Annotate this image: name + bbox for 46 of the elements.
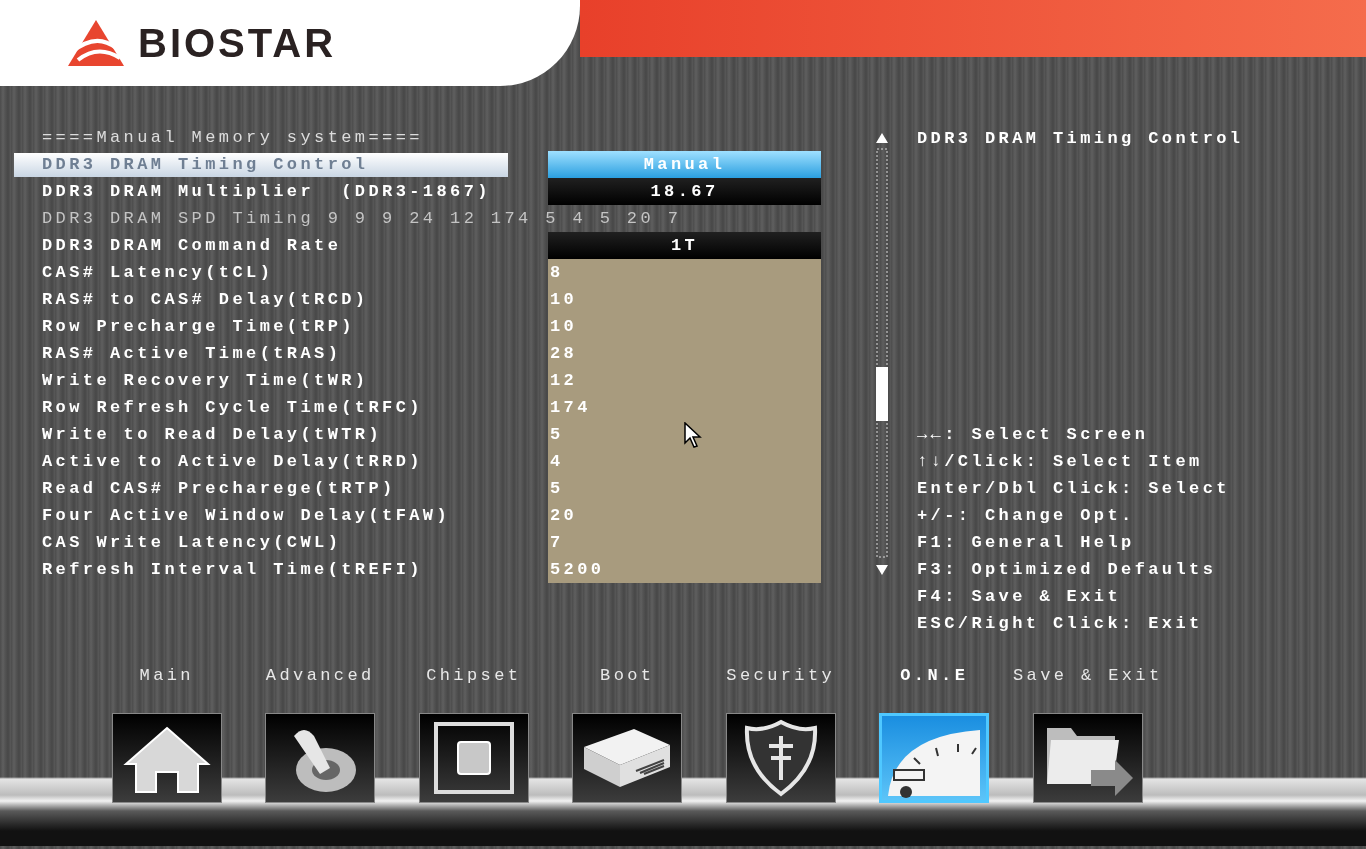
tab-icon-tile[interactable]	[725, 713, 836, 803]
setting-label[interactable]: CAS# Latency(tCL)	[14, 260, 508, 285]
menu-tab[interactable]: Boot	[550, 661, 704, 803]
setting-label[interactable]: Four Active Window Delay(tFAW)	[14, 503, 508, 528]
menu-tab[interactable]: Chipset	[397, 661, 551, 803]
key-hint: ↑↓/Click: Select Item	[917, 450, 1204, 473]
tab-icon-tile[interactable]	[111, 713, 222, 803]
tab-icon-tile[interactable]	[418, 713, 529, 803]
menu-tab[interactable]: Security	[704, 661, 858, 803]
setting-label[interactable]: Write Recovery Time(tWR)	[14, 368, 508, 393]
menu-tab[interactable]: Main	[90, 661, 244, 803]
triangle-logo-icon	[66, 18, 126, 68]
value-field[interactable]: 1T	[548, 232, 821, 259]
setting-label[interactable]: Write to Read Delay(tWTR)	[14, 422, 508, 447]
setting-label[interactable]: Row Refresh Cycle Time(tRFC)	[14, 395, 508, 420]
section-title: ====Manual Memory system====	[42, 127, 423, 150]
help-title: DDR3 DRAM Timing Control	[917, 128, 1244, 151]
brand-logo: BIOSTAR	[138, 20, 337, 67]
key-hint: ESC/Right Click: Exit	[917, 612, 1204, 635]
setting-label[interactable]: RAS# Active Time(tRAS)	[14, 341, 508, 366]
tab-icon-tile[interactable]	[879, 713, 990, 803]
key-hint: F1: General Help	[917, 531, 1136, 554]
menu-tab[interactable]: O.N.E	[857, 661, 1011, 803]
setting-label[interactable]: CAS Write Latency(CWL)	[14, 530, 508, 555]
setting-label[interactable]: DDR3 DRAM Timing Control	[14, 152, 508, 177]
key-hint: →←: Select Screen	[917, 423, 1150, 446]
tab-icon-tile[interactable]	[265, 713, 376, 803]
setting-label: DDR3 DRAM SPD Timing 9 9 9 24 12 174 5 4 5 20 7	[41, 207, 682, 230]
setting-label[interactable]: RAS# to CAS# Delay(tRCD)	[14, 287, 508, 312]
chip-icon	[431, 720, 516, 796]
tab-icon-tile[interactable]	[1032, 713, 1143, 803]
setting-label[interactable]: DDR3 DRAM Command Rate	[14, 233, 508, 258]
setting-label[interactable]: Active to Active Delay(tRRD)	[14, 449, 508, 474]
setting-label[interactable]: Read CAS# Precharege(tRTP)	[14, 476, 508, 501]
key-hint: +/-: Change Opt.	[917, 504, 1136, 527]
key-hint: Enter/Dbl Click: Select	[917, 477, 1231, 500]
setting-label[interactable]: Row Precharge Time(tRP)	[14, 314, 508, 339]
key-hint: F4: Save & Exit	[917, 585, 1123, 608]
key-hint: F3: Optimized Defaults	[917, 558, 1218, 581]
tab-icon-tile[interactable]	[572, 713, 683, 803]
value-field[interactable]: 18.67	[548, 178, 821, 205]
mouse-pointer-icon	[684, 422, 704, 448]
menu-tab[interactable]: Save & Exit	[1011, 661, 1165, 803]
setting-label[interactable]: DDR3 DRAM Multiplier (DDR3-1867)	[14, 179, 508, 204]
menu-tab[interactable]: Advanced	[243, 661, 397, 803]
setting-label[interactable]: Refresh Interval Time(tREFI)	[14, 557, 508, 582]
